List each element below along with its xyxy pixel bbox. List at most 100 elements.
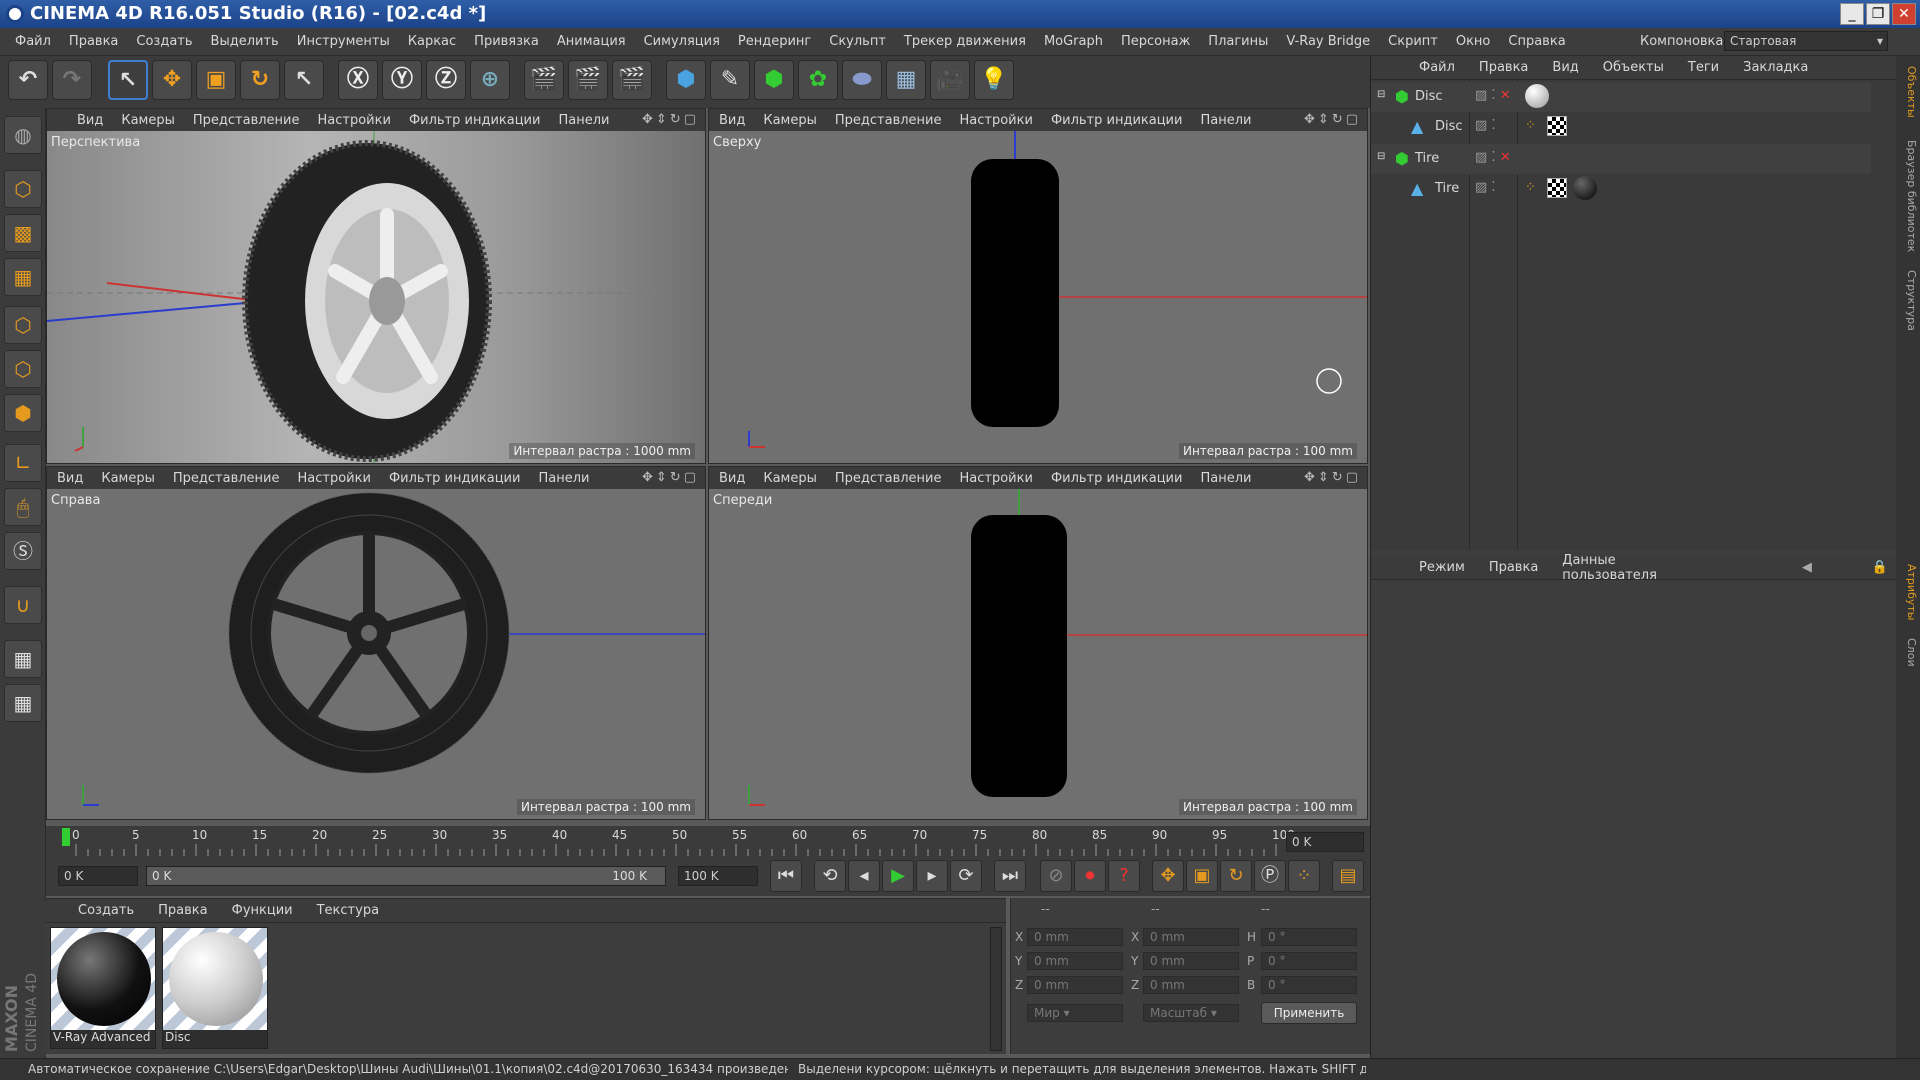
- viewport-front[interactable]: Вид Камеры Представление Настройки Фильт…: [708, 466, 1368, 820]
- polygons-mode-icon[interactable]: ⬢: [4, 394, 42, 432]
- rotation-h-field[interactable]: 0 °: [1261, 928, 1357, 946]
- close-button[interactable]: ✕: [1892, 3, 1916, 25]
- menu-render[interactable]: Рендеринг: [738, 34, 811, 49]
- obj-menu-view[interactable]: Вид: [1552, 60, 1578, 75]
- viewport-nav-icons[interactable]: ✥⇕↻▢: [642, 470, 699, 485]
- rotate-icon[interactable]: ↻: [240, 60, 280, 100]
- preview-range-slider[interactable]: 0 K 100 K: [146, 866, 666, 886]
- menu-help[interactable]: Справка: [1508, 34, 1565, 49]
- array-icon[interactable]: ✿: [798, 60, 838, 100]
- timeline-ruler[interactable]: 0 5 10 15 20 25 30 35 40 45 50 55 60 65 70 75 80 85 90 95 10…: [46, 826, 1370, 858]
- menu-plugins[interactable]: Плагины: [1208, 34, 1268, 49]
- phong-tag-icon[interactable]: ⁘: [1525, 118, 1536, 133]
- play-icon[interactable]: ▶: [882, 860, 914, 892]
- vp-menu-view[interactable]: Вид: [719, 471, 745, 486]
- object-row-tire[interactable]: ⊟ ⬢ Tire ▨ ⁚ ✕: [1371, 144, 1871, 174]
- go-to-start-icon[interactable]: ⏮: [770, 860, 802, 892]
- vp-menu-view[interactable]: Вид: [77, 113, 103, 128]
- redo-icon[interactable]: ↷: [52, 60, 92, 100]
- keyframe-selection-icon[interactable]: ⊘: [1040, 860, 1072, 892]
- phong-tag-icon[interactable]: ⁘: [1525, 180, 1536, 195]
- tab-layers[interactable]: Слои: [1898, 638, 1918, 667]
- key-parameter-icon[interactable]: Ⓟ: [1254, 860, 1286, 892]
- obj-menu-file[interactable]: Файл: [1419, 60, 1455, 75]
- tab-attributes[interactable]: Атрибуты: [1898, 564, 1918, 620]
- axis-y-icon[interactable]: Ⓨ: [382, 60, 422, 100]
- material-tag-black-icon[interactable]: [1573, 176, 1597, 200]
- points-mode-icon[interactable]: ⬡: [4, 306, 42, 344]
- obj-menu-objects[interactable]: Объекты: [1603, 60, 1664, 75]
- record-keys-icon[interactable]: ⏺: [1074, 860, 1106, 892]
- key-position-icon[interactable]: ✥: [1152, 860, 1184, 892]
- vp-menu-cameras[interactable]: Камеры: [101, 471, 155, 486]
- viewport-top[interactable]: Вид Камеры Представление Настройки Фильт…: [708, 108, 1368, 464]
- go-to-end-icon[interactable]: ⏭: [994, 860, 1026, 892]
- obj-menu-bookmarks[interactable]: Закладка: [1743, 60, 1808, 75]
- select-cursor-icon[interactable]: ↖: [108, 60, 148, 100]
- mat-menu-texture[interactable]: Текстура: [317, 903, 379, 918]
- menu-file[interactable]: Файл: [15, 34, 51, 49]
- mat-menu-edit[interactable]: Правка: [158, 903, 207, 918]
- timeline-window-icon[interactable]: ▤: [1332, 860, 1364, 892]
- menu-mograph[interactable]: MoGraph: [1044, 34, 1103, 49]
- light-icon[interactable]: 💡: [974, 60, 1014, 100]
- menu-animate[interactable]: Анимация: [557, 34, 626, 49]
- vp-menu-view[interactable]: Вид: [719, 113, 745, 128]
- visibility-dots-icon[interactable]: ▨ ⁚ ✕: [1475, 88, 1511, 103]
- visibility-dots-icon[interactable]: ▨ ⁚ ✕: [1475, 150, 1511, 165]
- texture-mode-icon[interactable]: ▩: [4, 214, 42, 252]
- render-view-icon[interactable]: 🎬: [524, 60, 564, 100]
- obj-menu-tags[interactable]: Теги: [1688, 60, 1719, 75]
- move-icon[interactable]: ✥: [152, 60, 192, 100]
- edges-mode-icon[interactable]: ⬡: [4, 350, 42, 388]
- key-pla-icon[interactable]: ⁘: [1288, 860, 1320, 892]
- viewport-right[interactable]: Вид Камеры Представление Настройки Фильт…: [46, 466, 706, 820]
- vp-menu-cameras[interactable]: Камеры: [763, 471, 817, 486]
- position-x-field[interactable]: 0 mm: [1027, 928, 1123, 946]
- vp-menu-panel[interactable]: Панели: [1200, 113, 1251, 128]
- menu-create[interactable]: Создать: [136, 34, 192, 49]
- layout-select[interactable]: Стартовая ▾: [1724, 31, 1888, 51]
- snap-magnet-icon[interactable]: ∪: [4, 586, 42, 624]
- size-z-field[interactable]: 0 mm: [1143, 976, 1239, 994]
- menu-edit[interactable]: Правка: [69, 34, 118, 49]
- obj-menu-edit[interactable]: Правка: [1479, 60, 1528, 75]
- vp-menu-display[interactable]: Представление: [835, 471, 942, 486]
- menu-mesh[interactable]: Каркас: [408, 34, 456, 49]
- menu-window[interactable]: Окно: [1456, 34, 1491, 49]
- vp-menu-filter[interactable]: Фильтр индикации: [409, 113, 541, 128]
- grid-snap-icon[interactable]: ▦: [4, 684, 42, 722]
- camera-icon[interactable]: 🎥: [930, 60, 970, 100]
- coord-mode-select[interactable]: Мир ▾: [1027, 1004, 1123, 1022]
- cube-icon[interactable]: ⬢: [666, 60, 706, 100]
- vp-menu-options[interactable]: Настройки: [960, 113, 1033, 128]
- floor-icon[interactable]: ▦: [886, 60, 926, 100]
- axis-z-icon[interactable]: Ⓩ: [426, 60, 466, 100]
- tab-objects[interactable]: Объекты: [1898, 66, 1918, 118]
- render-settings-icon[interactable]: 🎬: [612, 60, 652, 100]
- visibility-dots-icon[interactable]: ▨ ⁚: [1475, 118, 1496, 133]
- material-vray[interactable]: V-Ray Advanced M: [50, 927, 156, 1049]
- lock-icon[interactable]: 🔒: [1872, 560, 1888, 575]
- next-frame-icon[interactable]: ▸: [916, 860, 948, 892]
- apply-button[interactable]: Применить: [1261, 1002, 1357, 1024]
- deformer-icon[interactable]: ⬬: [842, 60, 882, 100]
- coord-scale-select[interactable]: Масштаб ▾: [1143, 1004, 1239, 1022]
- subdivision-icon[interactable]: ⬢: [754, 60, 794, 100]
- rotation-b-field[interactable]: 0 °: [1261, 976, 1357, 994]
- key-scale-icon[interactable]: ▣: [1186, 860, 1218, 892]
- live-select-icon[interactable]: ↖: [284, 60, 324, 100]
- mat-menu-functions[interactable]: Функции: [232, 903, 293, 918]
- size-y-field[interactable]: 0 mm: [1143, 952, 1239, 970]
- end-frame-field[interactable]: 100 K: [678, 866, 758, 886]
- collapse-icon[interactable]: ⊟: [1377, 89, 1385, 100]
- size-x-field[interactable]: 0 mm: [1143, 928, 1239, 946]
- viewport-nav-icons[interactable]: ✥⇕↻▢: [1304, 112, 1361, 127]
- viewport-perspective[interactable]: Вид Камеры Представление Настройки Фильт…: [46, 108, 706, 464]
- collapse-icon[interactable]: ⊟: [1377, 151, 1385, 162]
- make-editable-icon[interactable]: ◍: [4, 116, 42, 154]
- vp-menu-display[interactable]: Представление: [193, 113, 300, 128]
- vp-menu-options[interactable]: Настройки: [318, 113, 391, 128]
- menu-tools[interactable]: Инструменты: [297, 34, 390, 49]
- position-y-field[interactable]: 0 mm: [1027, 952, 1123, 970]
